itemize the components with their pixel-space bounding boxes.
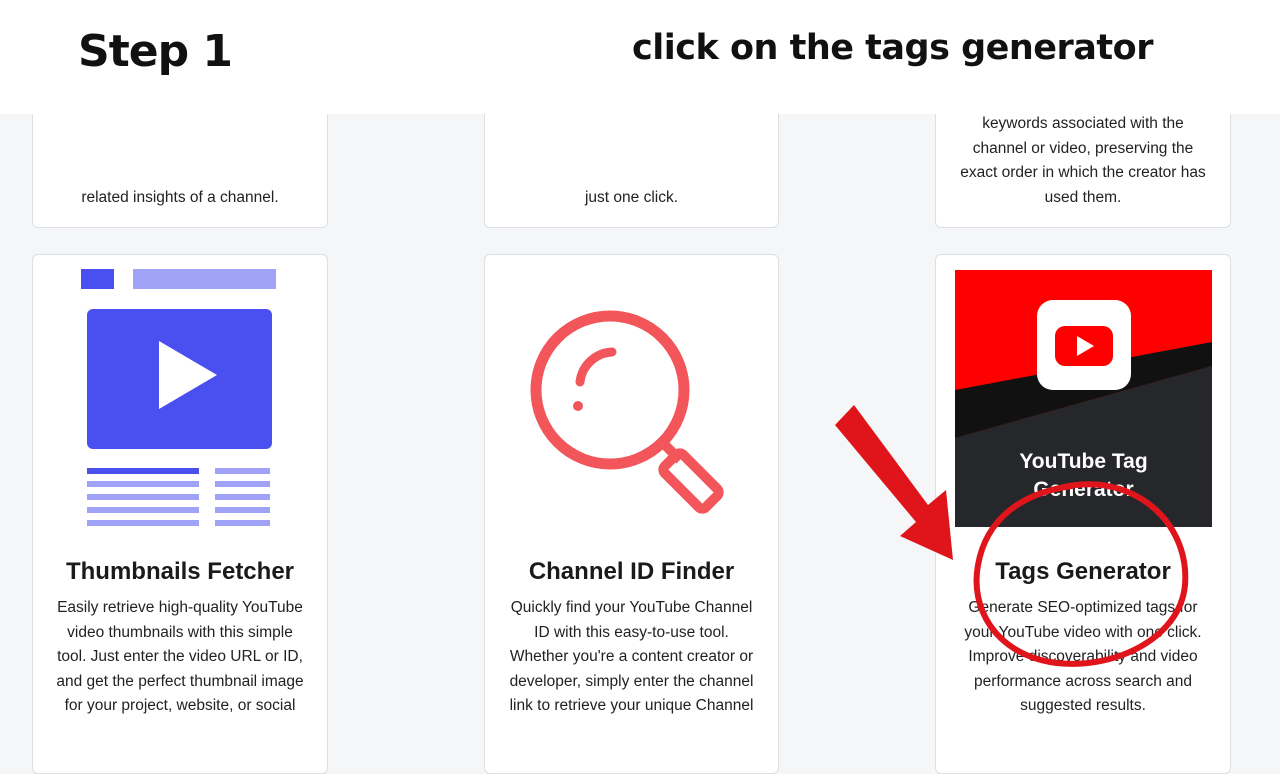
tags-generator-image[interactable]: YouTube Tag Generator: [955, 270, 1212, 527]
tool-card-description: Easily retrieve high-quality YouTube vid…: [56, 599, 304, 714]
thumbnail-illustration-icon: [81, 269, 276, 526]
image-caption: YouTube Tag Generator: [1019, 450, 1148, 501]
tool-card-channel-id-finder[interactable]: Channel ID Finder Quickly find your YouT…: [484, 254, 779, 774]
step-label: Step 1: [78, 26, 233, 77]
tool-card-description: keywords associated with the channel or …: [960, 115, 1206, 206]
tool-card-description: just one click.: [584, 188, 679, 206]
tool-card-description: Quickly find your YouTube Channel ID wit…: [509, 599, 754, 714]
tool-card-title[interactable]: Thumbnails Fetcher: [33, 558, 327, 586]
tool-card-description: related insights of a channel.: [81, 188, 279, 206]
tool-card-title[interactable]: Tags Generator: [936, 558, 1230, 586]
instruction-banner: Step 1 click on the tags generator: [0, 0, 1280, 114]
magnifier-icon: [530, 310, 724, 514]
tool-card-description: Generate SEO-optimized tags for your You…: [964, 599, 1202, 714]
instruction-text: click on the tags generator: [632, 28, 1153, 68]
tool-card-tags-generator[interactable]: YouTube Tag Generator Tags Generator Gen…: [935, 254, 1231, 774]
tool-card-title[interactable]: Channel ID Finder: [485, 558, 778, 586]
tool-card-thumbnails-fetcher[interactable]: Thumbnails Fetcher Easily retrieve high-…: [32, 254, 328, 774]
